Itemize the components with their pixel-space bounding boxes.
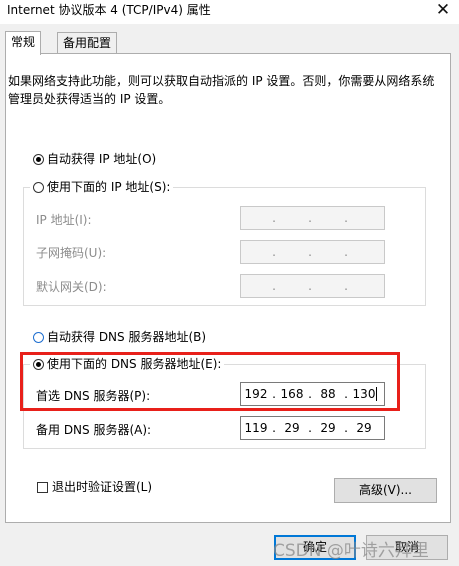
- window-title: Internet 协议版本 4 (TCP/IPv4) 属性: [7, 3, 211, 17]
- ip-address-input[interactable]: . . .: [240, 206, 385, 230]
- auto-ip-radio[interactable]: 自动获得 IP 地址(O): [33, 151, 156, 167]
- manual-dns-radio[interactable]: 使用下面的 DNS 服务器地址(E):: [30, 356, 225, 372]
- radio-unselected-icon: [33, 331, 44, 343]
- radio-unselected-icon: [33, 181, 44, 193]
- subnet-mask-input[interactable]: . . .: [240, 240, 385, 264]
- ip-address-label: IP 地址(I):: [36, 213, 92, 227]
- tab-alternate-config[interactable]: 备用配置: [57, 32, 118, 53]
- watermark: CSDN @叶诗六拜里: [273, 541, 429, 561]
- tab-general[interactable]: 常规: [5, 31, 42, 55]
- default-gateway-label: 默认网关(D):: [36, 280, 107, 294]
- subnet-mask-label: 子网掩码(U):: [36, 246, 107, 260]
- auto-dns-radio[interactable]: 自动获得 DNS 服务器地址(B): [33, 329, 206, 345]
- alternate-dns-input[interactable]: 119. 29. 29. 29: [240, 416, 385, 440]
- checkbox-unchecked-icon: [37, 481, 48, 493]
- description-text: 如果网络支持此功能，则可以获取自动指派的 IP 设置。否则，你需要从网络系统管理…: [8, 74, 435, 106]
- advanced-button[interactable]: 高级(V)...: [334, 478, 437, 503]
- manual-dns-label: 使用下面的 DNS 服务器地址(E):: [47, 357, 222, 371]
- title-bar: Internet 协议版本 4 (TCP/IPv4) 属性 ✕: [0, 0, 459, 24]
- preferred-dns-label: 首选 DNS 服务器(P):: [36, 389, 151, 403]
- text-caret: [376, 387, 377, 401]
- close-icon[interactable]: ✕: [429, 0, 457, 23]
- default-gateway-input[interactable]: . . .: [240, 274, 385, 298]
- validate-label: 退出时验证设置(L): [52, 480, 153, 494]
- auto-ip-label: 自动获得 IP 地址(O): [47, 152, 157, 166]
- validate-checkbox[interactable]: 退出时验证设置(L): [37, 479, 152, 495]
- manual-ip-radio[interactable]: 使用下面的 IP 地址(S):: [30, 179, 174, 195]
- radio-selected-icon: [33, 358, 44, 370]
- manual-ip-label: 使用下面的 IP 地址(S):: [47, 180, 171, 194]
- radio-selected-icon: [33, 153, 44, 165]
- preferred-dns-input[interactable]: 192. 168. 88. 130: [240, 382, 385, 406]
- alternate-dns-label: 备用 DNS 服务器(A):: [36, 423, 152, 437]
- auto-dns-label: 自动获得 DNS 服务器地址(B): [47, 330, 207, 344]
